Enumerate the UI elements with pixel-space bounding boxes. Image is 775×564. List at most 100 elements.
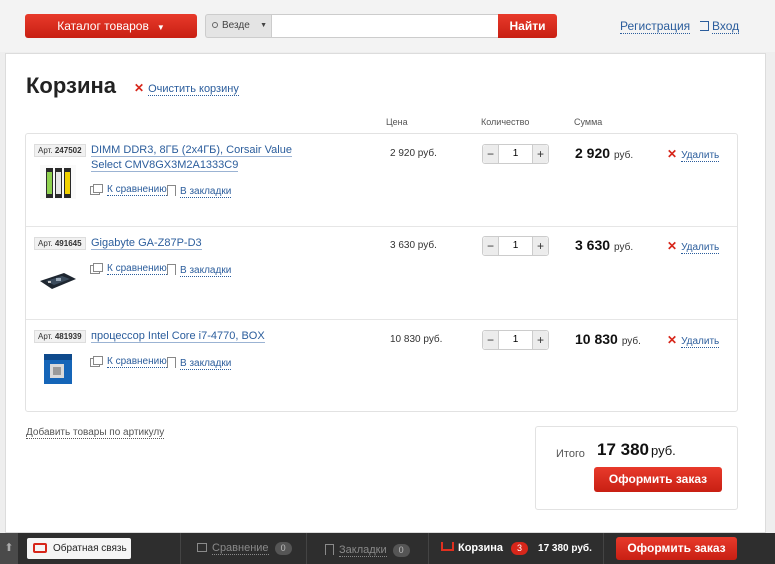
divider: [180, 533, 181, 564]
register-link[interactable]: Регистрация: [620, 19, 691, 34]
item-sum: 10 830 руб.: [575, 331, 641, 347]
catalog-button-label: Каталог товаров: [57, 19, 149, 33]
compare-icon: [93, 184, 103, 193]
product-thumbnail[interactable]: [38, 348, 78, 388]
quantity-input[interactable]: [500, 145, 531, 163]
bottom-bar: ⬆ Обратная связь Сравнение 0 Закладки 0 Ко…: [0, 533, 775, 564]
article-number: 481939: [54, 332, 82, 341]
search-button[interactable]: Найти: [498, 14, 557, 38]
checkout-button[interactable]: Оформить заказ: [594, 467, 722, 492]
divider: [603, 533, 604, 564]
item-sum-value: 10 830: [575, 331, 618, 347]
caret-down-icon: ▼: [156, 23, 165, 32]
cart-label: Корзина: [458, 542, 503, 554]
cart-panel: Корзина ✕ Очистить корзину Цена Количеств…: [5, 53, 766, 533]
item-sum-currency: руб.: [614, 242, 634, 253]
cart-item-row: Арт. 247502 DIMM DDR3, 8ГБ (2x4ГБ), Cors…: [26, 134, 737, 227]
catalog-button[interactable]: Каталог товаров ▼: [25, 14, 197, 38]
close-icon: ✕: [667, 333, 678, 347]
add-to-compare-link[interactable]: К сравнению: [93, 355, 167, 368]
total-value: 17 380 руб.: [597, 440, 676, 460]
feedback-label: Обратная связь: [53, 543, 127, 554]
compare-icon: [93, 356, 103, 365]
search-scope-label: Везде: [222, 20, 250, 31]
search-input[interactable]: [271, 14, 499, 38]
bottom-checkout-button[interactable]: Оформить заказ: [616, 537, 737, 560]
remove-item-link[interactable]: ✕ Удалить: [667, 147, 720, 162]
article-prefix: Арт.: [38, 146, 53, 155]
add-to-bookmarks-link[interactable]: В закладки: [167, 183, 232, 198]
product-name: Gigabyte GA-Z87P-D3: [91, 237, 202, 250]
decrease-quantity-button[interactable]: −: [483, 237, 499, 255]
total-currency: руб.: [651, 443, 676, 458]
bookmark-icon: [167, 185, 176, 196]
compare-label: Сравнение: [212, 542, 269, 555]
bookmark-icon: [167, 357, 176, 368]
bookmark-icon: [167, 264, 176, 275]
bookmark-label: В закладки: [180, 265, 232, 277]
cart-count-badge: 3: [511, 542, 529, 555]
add-to-compare-link[interactable]: К сравнению: [93, 262, 167, 275]
page-title: Корзина: [26, 73, 116, 98]
compare-label: К сравнению: [107, 356, 167, 368]
clear-cart-label: Очистить корзину: [148, 83, 239, 96]
compare-count-badge: 0: [274, 542, 292, 555]
bottom-cart-link[interactable]: Корзина 3 17 380 руб.: [441, 542, 592, 555]
close-icon: ✕: [667, 239, 678, 253]
product-name-link[interactable]: DIMM DDR3, 8ГБ (2x4ГБ), Corsair Value Se…: [91, 143, 321, 173]
bookmarks-count-badge: 0: [392, 544, 410, 557]
article-badge: Арт. 491645: [34, 237, 86, 250]
article-prefix: Арт.: [38, 239, 53, 248]
scroll-up-icon[interactable]: ⬆: [0, 533, 18, 564]
quantity-input[interactable]: [500, 331, 531, 349]
article-badge: Арт. 247502: [34, 144, 86, 157]
product-name: процессор Intel Core i7-4770, BOX: [91, 330, 265, 343]
article-number: 491645: [54, 239, 82, 248]
bottom-compare-link[interactable]: Сравнение 0: [197, 542, 292, 555]
add-to-compare-link[interactable]: К сравнению: [93, 183, 167, 196]
bookmark-label: В закладки: [180, 358, 232, 370]
product-thumbnail[interactable]: [38, 162, 78, 202]
bookmarks-label: Закладки: [339, 544, 387, 557]
remove-label: Удалить: [681, 242, 720, 254]
cart-items-list: Арт. 247502 DIMM DDR3, 8ГБ (2x4ГБ), Cors…: [25, 133, 738, 412]
decrease-quantity-button[interactable]: −: [483, 331, 499, 349]
remove-item-link[interactable]: ✕ Удалить: [667, 239, 720, 254]
quantity-input[interactable]: [500, 237, 531, 255]
add-to-bookmarks-link[interactable]: В закладки: [167, 262, 232, 277]
login-link[interactable]: Вход: [700, 19, 740, 34]
feedback-button[interactable]: Обратная связь: [27, 538, 131, 559]
close-icon: ✕: [134, 81, 145, 95]
product-name-link[interactable]: процессор Intel Core i7-4770, BOX: [91, 329, 321, 344]
add-to-bookmarks-link[interactable]: В закладки: [167, 355, 232, 370]
remove-label: Удалить: [681, 150, 720, 162]
clear-cart-link[interactable]: ✕ Очистить корзину: [134, 81, 239, 96]
item-price: 2 920 руб.: [390, 148, 437, 159]
increase-quantity-button[interactable]: +: [532, 145, 548, 163]
increase-quantity-button[interactable]: +: [532, 331, 548, 349]
decrease-quantity-button[interactable]: −: [483, 145, 499, 163]
item-price: 10 830 руб.: [390, 334, 443, 345]
product-name-link[interactable]: Gigabyte GA-Z87P-D3: [91, 236, 321, 251]
search-scope-select[interactable]: Везде ▼: [205, 14, 271, 38]
bottom-bookmarks-link[interactable]: Закладки 0: [325, 542, 410, 557]
item-sum: 3 630 руб.: [575, 237, 633, 253]
top-header: Каталог товаров ▼ Везде ▼ Найти Регистраци…: [0, 0, 775, 52]
remove-item-link[interactable]: ✕ Удалить: [667, 333, 720, 348]
add-by-article-link[interactable]: Добавить товары по артикулу: [26, 427, 165, 439]
column-header-price: Цена: [386, 117, 408, 127]
product-thumbnail[interactable]: [38, 255, 78, 295]
product-name: DIMM DDR3, 8ГБ (2x4ГБ), Corsair Value Se…: [91, 144, 292, 172]
column-header-quantity: Количество: [481, 117, 530, 127]
close-icon: ✕: [667, 147, 678, 161]
cart-item-row: Арт. 481939 процессор Intel Core i7-4770…: [26, 320, 737, 413]
item-sum: 2 920 руб.: [575, 145, 633, 161]
item-sum-value: 2 920: [575, 145, 611, 161]
bookmark-icon: [325, 544, 334, 555]
item-sum-currency: руб.: [614, 150, 634, 161]
remove-label: Удалить: [681, 336, 720, 348]
search-icon: [212, 22, 218, 28]
increase-quantity-button[interactable]: +: [532, 237, 548, 255]
divider: [306, 533, 307, 564]
compare-label: К сравнению: [107, 184, 167, 196]
